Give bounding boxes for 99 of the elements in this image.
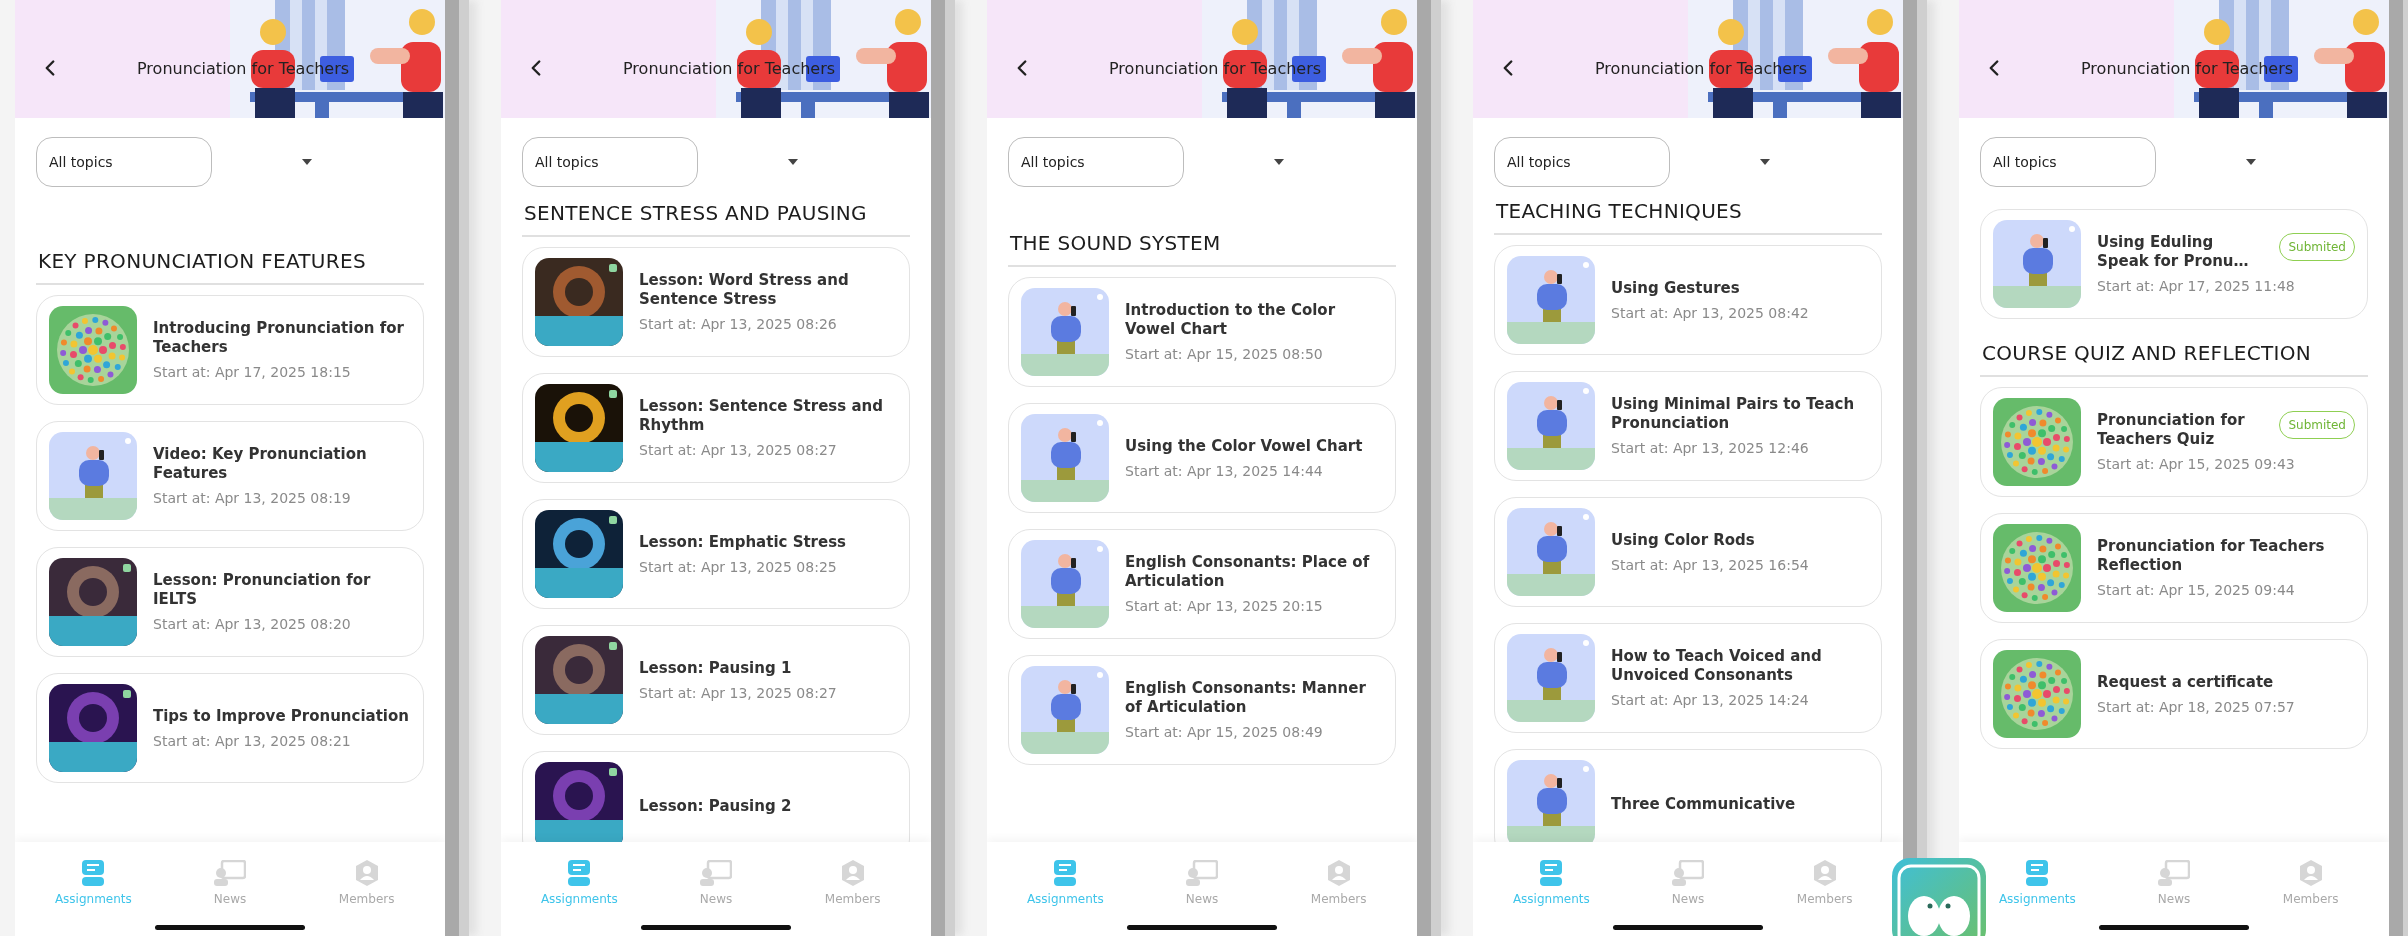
start-date: Start at: Apr 13, 2025 20:15 xyxy=(1125,597,1323,615)
section-heading: COURSE QUIZ AND REFLECTION xyxy=(1980,341,2368,377)
lesson-card[interactable]: How to Teach Voiced and Unvoiced Consonants Start at: Apr 13, 2025 14:24 xyxy=(1494,623,1882,733)
lesson-card[interactable]: Pronunciation for Teachers Quiz Submited Start at: Apr 15, 2025 09:43 xyxy=(1980,387,2368,497)
caret-icon xyxy=(788,159,798,165)
start-date: Start at: Apr 18, 2025 07:57 xyxy=(2097,697,2295,716)
lesson-title: Lesson: Pronunciation for IELTS xyxy=(153,571,372,609)
section-heading: THE SOUND SYSTEM xyxy=(1008,231,1396,267)
lesson-title: Pronunciation for Teachers Reflection xyxy=(2097,537,2326,575)
lesson-card[interactable]: Using the Color Vowel Chart Start at: Apr 13, 2025 14:44 xyxy=(1008,403,1396,513)
start-date: Start at: Apr 13, 2025 14:24 xyxy=(1611,691,1809,709)
lesson-title: Lesson: Emphatic Stress xyxy=(639,532,847,552)
screen-title: Pronunciation for Teachers xyxy=(137,58,350,78)
lesson-title: Lesson: Pausing 1 xyxy=(639,658,792,678)
start-date: Start at: Apr 13, 2025 08:42 xyxy=(1611,303,1809,322)
topic-dropdown[interactable]: All topics xyxy=(1008,137,1184,187)
user-badge-icon xyxy=(1812,860,1837,886)
lesson-title: Three Communicative xyxy=(1611,794,1796,814)
start-date: Start at: Apr 13, 2025 08:27 xyxy=(639,441,837,459)
presentation-icon xyxy=(1186,860,1218,886)
caret-icon xyxy=(302,159,312,165)
lesson-title: Introducing Pronunciation for Teachers xyxy=(153,319,405,357)
document-stack-icon xyxy=(2026,860,2049,886)
user-badge-icon xyxy=(840,860,865,886)
lesson-card[interactable]: Lesson: Pausing 2 xyxy=(522,751,910,842)
start-date: Start at: Apr 13, 2025 08:27 xyxy=(639,683,837,702)
lesson-card[interactable]: Pronunciation for Teachers Reflection Start at: Apr 15, 2025 09:44 xyxy=(1980,513,2368,623)
caret-icon xyxy=(1274,159,1284,165)
lesson-card[interactable]: Using Color Rods Start at: Apr 13, 2025 16:54 xyxy=(1494,497,1882,607)
caret-icon xyxy=(2246,159,2256,165)
start-date: Start at: Apr 13, 2025 12:46 xyxy=(1611,439,1809,457)
topic-dropdown[interactable]: All topics xyxy=(1494,137,1670,187)
document-stack-icon xyxy=(1054,860,1077,886)
section-heading: SENTENCE STRESS AND PAUSING xyxy=(522,201,910,237)
section-heading: KEY PRONUNCIATION FEATURES xyxy=(36,249,424,285)
start-date: Start at: Apr 17, 2025 18:15 xyxy=(153,363,351,381)
lesson-card[interactable]: Lesson: Pausing 1 Start at: Apr 13, 2025 08:27 xyxy=(522,625,910,735)
lesson-title: Using Minimal Pairs to Teach Pronunciation xyxy=(1611,395,1856,433)
start-date: Start at: Apr 13, 2025 16:54 xyxy=(1611,555,1809,574)
lesson-card[interactable]: Lesson: Emphatic Stress Start at: Apr 13, 2025 08:25 xyxy=(522,499,910,609)
start-date: Start at: Apr 13, 2025 08:26 xyxy=(639,315,837,333)
lesson-title: Using Color Rods xyxy=(1611,530,1755,550)
section-heading: TEACHING TECHNIQUES xyxy=(1494,199,1882,235)
topic-dropdown[interactable]: All topics xyxy=(36,137,212,187)
document-stack-icon xyxy=(1540,860,1563,886)
presentation-icon xyxy=(214,860,246,886)
user-badge-icon xyxy=(354,860,379,886)
lesson-title: Lesson: Sentence Stress and Rhythm xyxy=(639,397,884,435)
lesson-title: Introduction to the Color Vowel Chart xyxy=(1125,301,1337,339)
lesson-card[interactable]: Introduction to the Color Vowel Chart Start at: Apr 15, 2025 08:50 xyxy=(1008,277,1396,387)
presentation-icon xyxy=(700,860,732,886)
user-badge-icon xyxy=(1326,860,1351,886)
start-date: Start at: Apr 13, 2025 08:19 xyxy=(153,489,351,507)
presentation-icon xyxy=(1672,860,1704,886)
start-date: Start at: Apr 15, 2025 08:50 xyxy=(1125,345,1323,363)
user-badge-icon xyxy=(2298,860,2323,886)
document-stack-icon xyxy=(568,860,591,886)
lesson-title: Request a certificate xyxy=(2097,672,2274,692)
start-date: Start at: Apr 13, 2025 08:25 xyxy=(639,557,837,576)
lesson-card[interactable]: Using Eduling Speak for Pronu… Submited Start at: Apr 17, 2025 11:48 xyxy=(1980,209,2368,319)
start-date: Start at: Apr 13, 2025 08:20 xyxy=(153,615,351,633)
lesson-card[interactable]: Lesson: Pronunciation for IELTS Start at: Apr 13, 2025 08:20 xyxy=(36,547,424,657)
start-date: Start at: Apr 15, 2025 09:43 xyxy=(2097,455,2295,473)
lesson-card[interactable]: English Consonants: Manner of Articulation Start at: Apr 15, 2025 08:49 xyxy=(1008,655,1396,765)
lesson-card[interactable]: Lesson: Sentence Stress and Rhythm Start at: Apr 13, 2025 08:27 xyxy=(522,373,910,483)
screen-title: Pronunciation for Teachers xyxy=(623,58,836,78)
lesson-title: Pronunciation for Teachers Quiz xyxy=(2097,411,2246,449)
lesson-card[interactable]: Introducing Pronunciation for Teachers Start at: Apr 17, 2025 18:15 xyxy=(36,295,424,405)
screen-title: Pronunciation for Teachers xyxy=(2081,58,2294,78)
screen-title: Pronunciation for Teachers xyxy=(1595,58,1808,78)
start-date: Start at: Apr 13, 2025 08:21 xyxy=(153,731,351,750)
start-date: Start at: Apr 15, 2025 08:49 xyxy=(1125,723,1323,741)
lesson-card[interactable]: Request a certificate Start at: Apr 18, 2025 07:57 xyxy=(1980,639,2368,749)
lesson-card[interactable]: Lesson: Word Stress and Sentence Stress Start at: Apr 13, 2025 08:26 xyxy=(522,247,910,357)
topic-dropdown[interactable]: All topics xyxy=(1980,137,2156,187)
caret-icon xyxy=(1760,159,1770,165)
lesson-title: Lesson: Pausing 2 xyxy=(639,796,792,816)
lesson-card[interactable]: Using Gestures Start at: Apr 13, 2025 08:42 xyxy=(1494,245,1882,355)
lesson-title: Lesson: Word Stress and Sentence Stress xyxy=(639,271,850,309)
lesson-card[interactable]: English Consonants: Place of Articulation Start at: Apr 13, 2025 20:15 xyxy=(1008,529,1396,639)
lesson-title: How to Teach Voiced and Unvoiced Consonants xyxy=(1611,647,1823,685)
lesson-title: Using Eduling Speak for Pronu… xyxy=(2097,233,2250,271)
topic-dropdown[interactable]: All topics xyxy=(522,137,698,187)
screen-title: Pronunciation for Teachers xyxy=(1109,58,1322,78)
start-date: Start at: Apr 15, 2025 09:44 xyxy=(2097,581,2295,599)
start-date: Start at: Apr 17, 2025 11:48 xyxy=(2097,277,2295,295)
lesson-title: Video: Key Pronunciation Features xyxy=(153,445,368,483)
document-stack-icon xyxy=(82,860,105,886)
lesson-card[interactable]: Using Minimal Pairs to Teach Pronunciation Start at: Apr 13, 2025 12:46 xyxy=(1494,371,1882,481)
lesson-title: Using Gestures xyxy=(1611,278,1740,298)
lesson-card[interactable]: Three Communicative xyxy=(1494,749,1882,842)
lesson-card[interactable]: Video: Key Pronunciation Features Start at: Apr 13, 2025 08:19 xyxy=(36,421,424,531)
presentation-icon xyxy=(2158,860,2190,886)
start-date: Start at: Apr 13, 2025 14:44 xyxy=(1125,461,1323,480)
lesson-title: Tips to Improve Pronunciation xyxy=(153,706,409,726)
lesson-title: Using the Color Vowel Chart xyxy=(1125,436,1363,456)
lesson-title: English Consonants: Place of Articulation xyxy=(1125,553,1371,591)
lesson-title: English Consonants: Manner of Articulation xyxy=(1125,679,1367,717)
lesson-card[interactable]: Tips to Improve Pronunciation Start at: Apr 13, 2025 08:21 xyxy=(36,673,424,783)
